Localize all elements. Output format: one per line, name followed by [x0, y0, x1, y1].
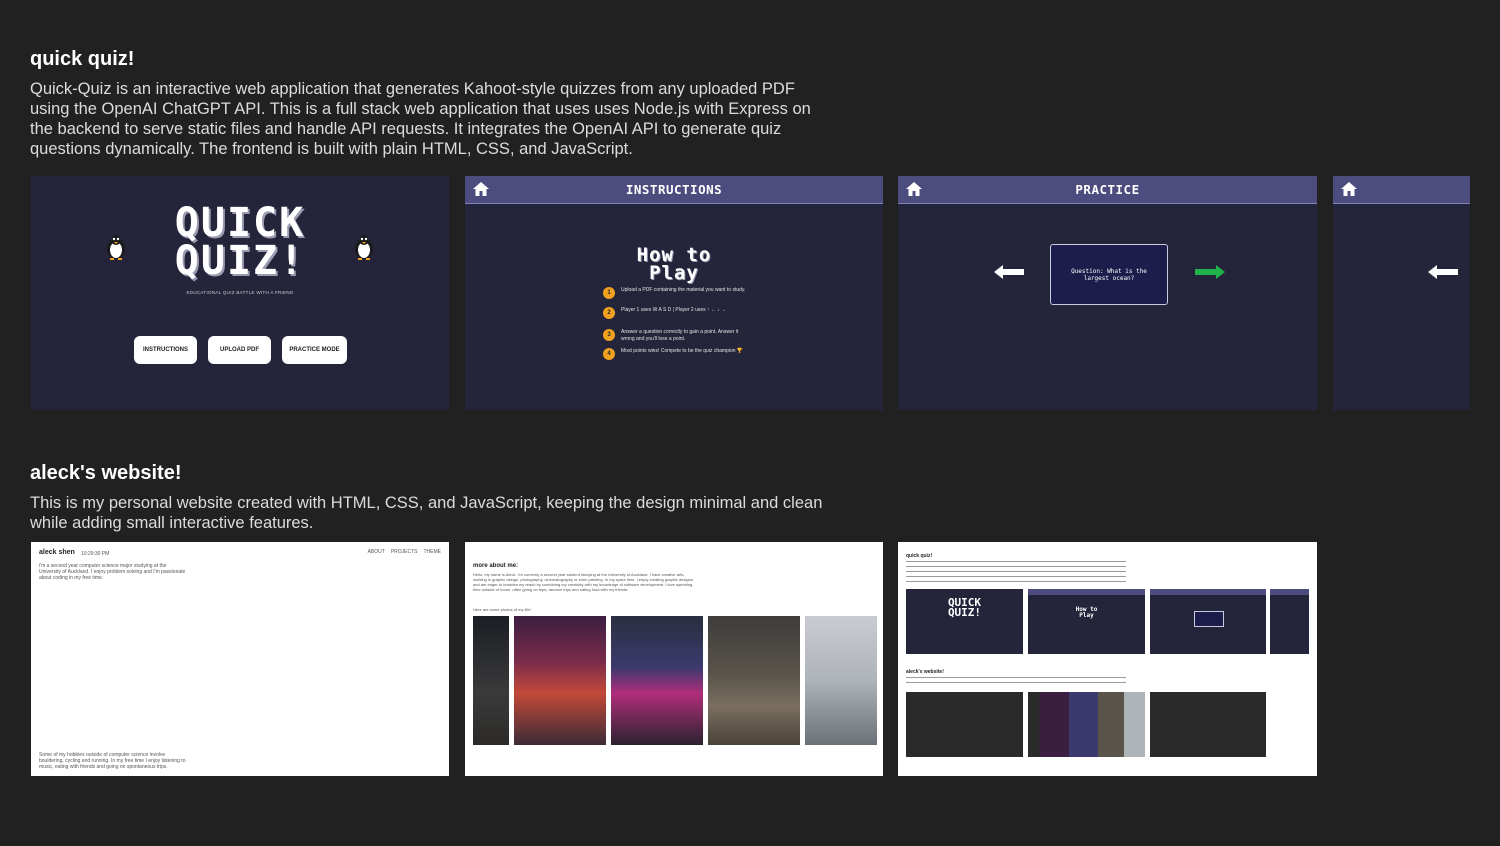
mini-quiz-instructions: How to Play: [1028, 589, 1145, 654]
step-item: 2 Player 1 uses W A S D | Player 2 uses …: [603, 307, 753, 319]
top-bar: PRACTICE: [898, 176, 1317, 204]
mini-quiz-partial: [1270, 589, 1309, 654]
step-text: Answer a question correctly to gain a po…: [621, 329, 739, 342]
step-number: 4: [603, 348, 615, 360]
question-card: Question: What is the largest ocean?: [1050, 244, 1168, 305]
arrow-right-icon[interactable]: [1195, 265, 1225, 279]
quiz-home-screenshot[interactable]: QUICK QUIZ! EDUCATIONAL QUIZ BATTLE WITH…: [31, 176, 449, 410]
mini-logo: QUICK QUIZ!: [906, 597, 1023, 619]
nav-about[interactable]: ABOUT: [368, 549, 385, 555]
mini-desc-placeholder: [906, 561, 1126, 583]
website-home-screenshot[interactable]: aleck shen 10:29:30 PM ABOUT PROJECTS TH…: [31, 542, 449, 776]
step-item: 3 Answer a question correctly to gain a …: [603, 329, 753, 343]
project-title: aleck's website!: [30, 462, 182, 484]
photo-neon-city: [514, 616, 606, 745]
mini-heading-website: aleck's website!: [906, 669, 944, 675]
mini-question-card: [1194, 611, 1224, 627]
home-icon[interactable]: [1341, 182, 1357, 196]
website-about-screenshot[interactable]: more about me: Hello, my name is Aleck. …: [465, 542, 883, 776]
project-description: Quick-Quiz is an interactive web applica…: [30, 80, 811, 158]
arrow-left-icon[interactable]: [994, 265, 1024, 279]
project-description: This is my personal website created with…: [30, 494, 823, 532]
mini-how-to-play: How to Play: [1028, 607, 1145, 619]
logo-line2: QUIZ!: [174, 238, 306, 284]
website-projects-screenshot[interactable]: quick quiz! QUICK QUIZ! How to Play alec…: [898, 542, 1317, 776]
upload-pdf-button[interactable]: UPLOAD PDF: [208, 336, 271, 364]
about-text: Hello, my name is Aleck. I'm currently a…: [473, 572, 693, 592]
project-title: quick quiz!: [30, 48, 135, 70]
project-aleck-website: aleck's website! This is my personal web…: [30, 462, 830, 533]
mini-heading-quiz: quick quiz!: [906, 553, 933, 559]
site-footer: Some of my hobbies outside of computer s…: [39, 752, 186, 770]
instructions-button[interactable]: INSTRUCTIONS: [134, 336, 197, 364]
logo-line1: QUICK: [174, 200, 306, 246]
top-bar: INSTRUCTIONS: [465, 176, 883, 204]
mini-desc-placeholder: [906, 677, 1126, 687]
site-nav: ABOUT PROJECTS THEME: [368, 549, 441, 555]
question-text: Question: What is the largest ocean?: [1071, 267, 1147, 282]
practice-mode-button[interactable]: PRACTICE MODE: [282, 336, 347, 364]
about-heading: more about me:: [473, 563, 519, 569]
step-text: Player 1 uses W A S D | Player 2 uses ↑ …: [621, 307, 727, 313]
mini-site-about: [1028, 692, 1145, 757]
penguin-icon: [355, 235, 373, 260]
photo-river-skyline: [611, 616, 703, 745]
mini-site-home: [906, 692, 1023, 757]
nav-theme[interactable]: THEME: [424, 549, 442, 555]
mini-logo-line2: QUIZ!: [947, 606, 982, 619]
heading-line2: Play: [649, 262, 699, 285]
quiz-tagline: EDUCATIONAL QUIZ BATTLE WITH A FRIEND: [186, 290, 294, 295]
quiz-instructions-screenshot[interactable]: INSTRUCTIONS How to Play 1 Upload a PDF …: [465, 176, 883, 410]
mini-quiz-practice: [1150, 589, 1266, 654]
quiz-logo: QUICK QUIZ!: [31, 200, 449, 284]
mini-heading-line2: Play: [1079, 612, 1094, 619]
mini-site-projects: [1150, 692, 1266, 757]
instructions-title: INSTRUCTIONS: [625, 182, 723, 197]
site-time: 10:29:30 PM: [81, 551, 110, 557]
step-number: 1: [603, 287, 615, 299]
top-bar: [1333, 176, 1470, 204]
photo-harbour-day: [805, 616, 877, 745]
arrow-left-icon[interactable]: [1428, 265, 1458, 279]
mini-quiz-home: QUICK QUIZ!: [906, 589, 1023, 654]
quiz-practice-screenshot[interactable]: PRACTICE Question: What is the largest o…: [898, 176, 1317, 410]
step-item: 4 Most points wins! Compete to be the qu…: [603, 348, 753, 360]
how-to-play-heading: How to Play: [465, 245, 883, 285]
site-name: aleck shen: [39, 549, 75, 556]
nav-projects[interactable]: PROJECTS: [391, 549, 418, 555]
step-number: 3: [603, 329, 615, 341]
step-number: 2: [603, 307, 615, 319]
step-text: Most points wins! Compete to be the quiz…: [621, 348, 744, 354]
site-intro: i'm a second year computer science major…: [39, 563, 186, 581]
step-text: Upload a PDF containing the material you…: [621, 287, 746, 293]
project-quick-quiz: quick quiz! Quick-Quiz is an interactive…: [30, 48, 830, 159]
practice-title: PRACTICE: [1075, 182, 1140, 197]
photos-caption: Here are some photos of my life!: [473, 607, 531, 612]
photo-beach-night: [708, 616, 800, 745]
photo-night-street: [473, 616, 509, 745]
quiz-partial-screenshot[interactable]: [1333, 176, 1470, 410]
step-item: 1 Upload a PDF containing the material y…: [603, 287, 753, 299]
